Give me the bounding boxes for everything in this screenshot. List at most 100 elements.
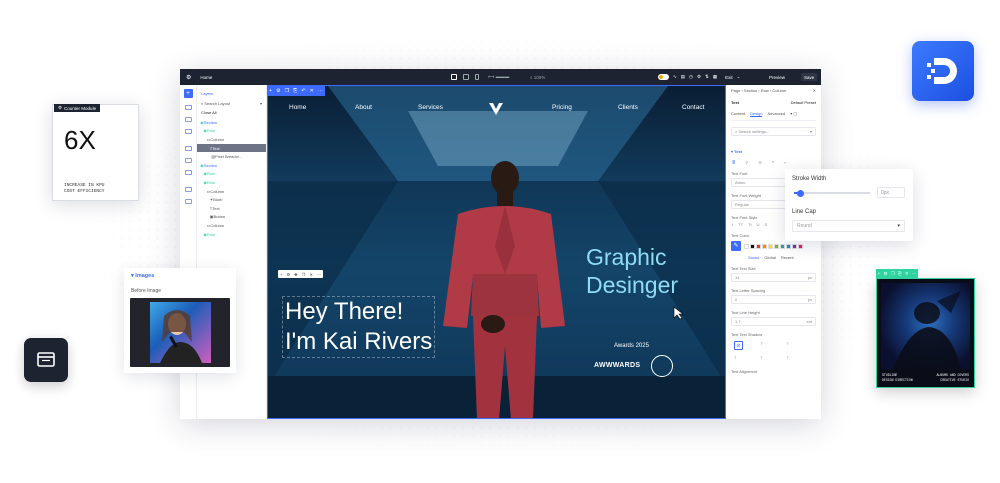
settings-icon[interactable]: ⚙ bbox=[883, 271, 887, 277]
layout-icon-tile[interactable] bbox=[24, 338, 68, 382]
settings-icon[interactable]: ⚙ bbox=[287, 272, 291, 277]
move-icon[interactable]: ✥ bbox=[294, 272, 297, 277]
shadow-preset-2-icon[interactable]: T bbox=[787, 341, 813, 350]
layer-item[interactable]: ▭ Column bbox=[197, 221, 266, 230]
color-swatch[interactable] bbox=[744, 243, 749, 249]
size-input[interactable]: 14 px bbox=[731, 273, 816, 282]
layers-icon[interactable]: ▤ bbox=[681, 74, 685, 80]
tools-icon[interactable] bbox=[184, 187, 192, 192]
grid-icon[interactable]: ▦ bbox=[713, 74, 717, 80]
color-swatch[interactable] bbox=[774, 243, 779, 249]
portability-icon[interactable]: ⇅ bbox=[705, 74, 709, 80]
nav-clients[interactable]: Clients bbox=[618, 104, 638, 111]
preview-button[interactable]: Preview bbox=[769, 75, 785, 80]
color-tab-recent[interactable]: Recent bbox=[781, 255, 794, 260]
list-icon[interactable]: ☰ bbox=[758, 160, 762, 165]
layers-panel-icon[interactable] bbox=[184, 105, 192, 110]
color-tab-saved[interactable]: Saved bbox=[748, 255, 759, 260]
settings-icon[interactable]: ⚙ bbox=[276, 88, 280, 94]
shadow-preset-1-icon[interactable]: T bbox=[760, 341, 786, 350]
color-tab-global[interactable]: Global bbox=[764, 255, 776, 260]
nav-services[interactable]: Services bbox=[418, 104, 443, 111]
color-swatch[interactable] bbox=[750, 243, 755, 249]
nav-contact[interactable]: Contact bbox=[682, 104, 704, 111]
add-icon[interactable]: + bbox=[269, 88, 272, 94]
duplicate-icon[interactable]: ❐ bbox=[302, 272, 306, 277]
more-icon[interactable]: » bbox=[784, 160, 786, 165]
layer-item[interactable]: T Text bbox=[197, 143, 266, 153]
theme-toggle[interactable] bbox=[658, 74, 669, 80]
line-cap-select[interactable]: Round ▾ bbox=[792, 220, 905, 232]
layer-item[interactable]: ◉ Section bbox=[197, 161, 266, 170]
hero-heading[interactable]: Hey There! I'm Kai Rivers bbox=[282, 296, 436, 358]
layer-item[interactable]: ▤ Pixel Breadcr... bbox=[197, 152, 266, 161]
close-icon[interactable]: ✕ bbox=[813, 88, 816, 93]
layer-item[interactable]: ▣ Button bbox=[197, 213, 266, 222]
strikethrough-button[interactable]: S bbox=[764, 222, 767, 227]
global-icon[interactable] bbox=[184, 170, 192, 175]
layer-item[interactable]: ◉ Row bbox=[197, 127, 266, 136]
more-icon[interactable]: ⋯ bbox=[317, 272, 321, 277]
shadow-none-icon[interactable]: ⊘ bbox=[734, 341, 743, 350]
eyedropper-button[interactable]: ✎ bbox=[731, 241, 741, 251]
stroke-width-slider[interactable] bbox=[794, 189, 870, 197]
italic-button[interactable]: I bbox=[732, 222, 733, 227]
tab-content[interactable]: Content bbox=[731, 111, 745, 117]
tab-design[interactable]: Design bbox=[750, 111, 763, 117]
stroke-width-input[interactable]: 0px bbox=[877, 187, 905, 198]
desktop-icon[interactable] bbox=[451, 74, 457, 80]
layer-item[interactable]: ▭ Column bbox=[197, 135, 266, 144]
layer-item[interactable]: T Text bbox=[197, 204, 266, 213]
shadow-preset-3-icon[interactable]: T bbox=[734, 355, 760, 360]
shadow-preset-5-icon[interactable]: T bbox=[787, 355, 813, 360]
layer-item[interactable]: ◉ Row bbox=[197, 170, 266, 179]
group-header[interactable]: ▾ Text bbox=[731, 149, 816, 154]
preset-selector[interactable]: Default Preset bbox=[791, 100, 816, 105]
undo-icon[interactable]: ↶ bbox=[301, 88, 305, 94]
layer-item[interactable]: ▭ Column bbox=[197, 187, 266, 196]
library-icon[interactable] bbox=[184, 129, 192, 134]
help-icon[interactable] bbox=[184, 199, 192, 204]
nav-pricing[interactable]: Pricing bbox=[552, 104, 572, 111]
more-icon[interactable]: ⋯ bbox=[912, 271, 917, 277]
before-image-preview[interactable] bbox=[130, 298, 230, 367]
layer-item[interactable]: ◉ Row bbox=[197, 178, 266, 187]
add-module-icon[interactable]: + bbox=[183, 89, 193, 98]
layers-search[interactable]: ⌕ Search Layout ▾ bbox=[201, 99, 262, 107]
delete-icon[interactable]: ✕ bbox=[905, 271, 909, 277]
add-icon[interactable]: + bbox=[280, 272, 282, 277]
images-group-header[interactable]: ▾ Images bbox=[131, 273, 154, 279]
nav-home[interactable]: Home bbox=[289, 104, 306, 111]
save-button[interactable]: Save bbox=[801, 73, 818, 81]
delete-icon[interactable]: ✕ bbox=[310, 88, 314, 94]
portability-rail-icon[interactable] bbox=[184, 146, 192, 151]
color-swatch[interactable] bbox=[786, 243, 791, 249]
zoom-readout[interactable]: ⌕ 100% bbox=[530, 75, 545, 80]
nav-about[interactable]: About bbox=[355, 104, 372, 111]
layer-item[interactable]: ◉ Section bbox=[197, 118, 266, 127]
delete-icon[interactable]: ✕ bbox=[309, 272, 312, 277]
settings-icon[interactable]: ⚙ bbox=[697, 74, 701, 80]
settings-search[interactable]: ⌕ Search settings... ▾ bbox=[731, 127, 816, 136]
pages-icon[interactable] bbox=[184, 117, 192, 122]
history-icon[interactable]: ◷ bbox=[689, 74, 693, 80]
color-swatch[interactable] bbox=[780, 243, 785, 249]
tablet-icon[interactable] bbox=[463, 74, 469, 80]
exit-button[interactable]: Exit bbox=[725, 75, 733, 80]
add-icon[interactable]: + bbox=[878, 271, 881, 276]
duplicate-icon[interactable]: ❐ bbox=[891, 271, 895, 277]
layer-item[interactable]: ✦ Blurb bbox=[197, 195, 266, 204]
align-icon[interactable]: ≣ bbox=[732, 160, 735, 165]
gear-icon[interactable]: ⚙ bbox=[186, 74, 191, 81]
color-swatch[interactable] bbox=[798, 243, 803, 249]
copy-icon[interactable]: ⎘ bbox=[898, 271, 902, 276]
lineheight-input[interactable]: 1.7 em bbox=[731, 317, 816, 326]
stroke-width-slider-handle[interactable] bbox=[796, 189, 804, 197]
quote-icon[interactable]: ❝ bbox=[772, 160, 774, 165]
site-logo-icon[interactable] bbox=[488, 102, 504, 116]
color-swatch[interactable] bbox=[792, 243, 797, 249]
spacing-input[interactable]: 0 px bbox=[731, 295, 816, 304]
phone-icon[interactable] bbox=[475, 74, 479, 80]
capitalize-button[interactable]: Tt bbox=[748, 222, 752, 227]
filter-icon[interactable]: ▾ bbox=[260, 101, 262, 106]
